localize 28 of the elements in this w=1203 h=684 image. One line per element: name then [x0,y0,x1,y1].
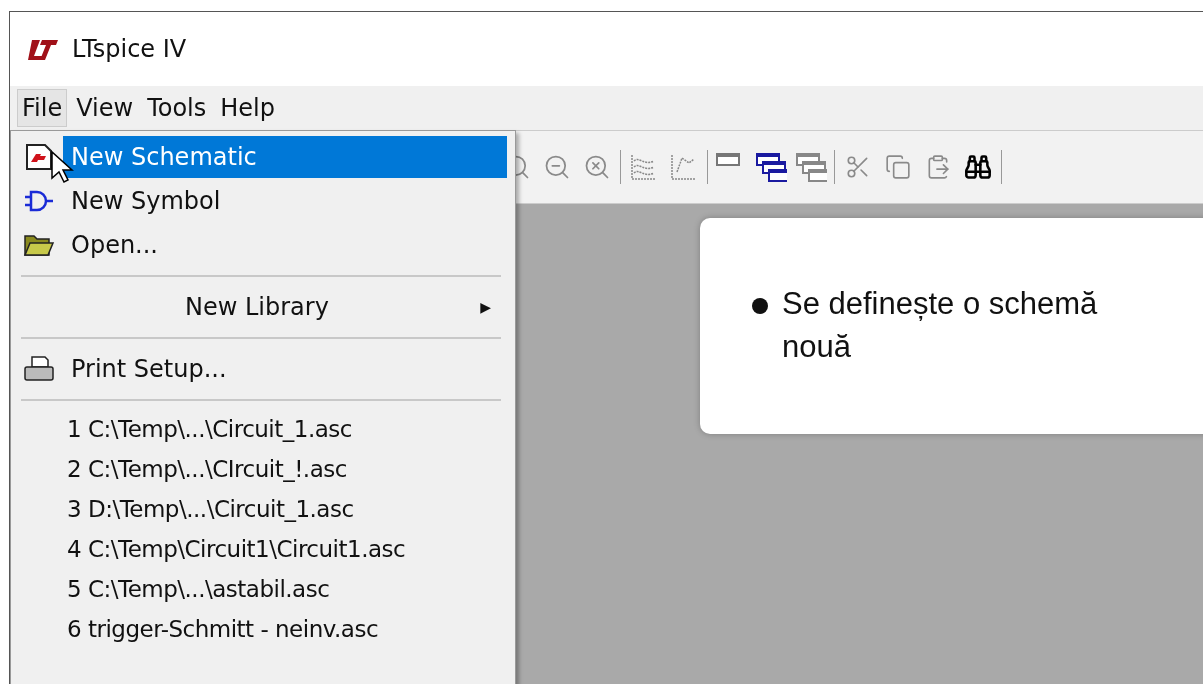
recent-file-option[interactable]: 1 C:\Temp\...\Circuit_1.asc [15,409,507,449]
menu-option[interactable]: New Schematic [63,136,507,178]
bullet-icon [752,298,768,314]
tile-windows-icon[interactable] [794,150,828,184]
menu-option[interactable]: Open... [63,224,507,266]
recent-file-option[interactable]: 5 C:\Temp\...\astabil.asc [15,569,507,609]
menu-item[interactable]: View [72,90,138,126]
mouse-cursor-icon [50,150,74,184]
menu-option[interactable]: Print Setup... [63,348,507,390]
recent-file-option[interactable]: 2 C:\Temp\...\CIrcuit_!.asc [15,449,507,489]
submenu-arrow: ▶ [480,297,491,317]
logo-icon [26,38,60,60]
schematic-document-icon [24,142,54,172]
cascade-windows-icon[interactable] [754,150,788,184]
submenu-label: New Library [185,292,330,323]
gate-symbol-icon [23,189,55,213]
menu-item[interactable]: Tools [143,90,211,126]
menu-item[interactable]: Help [216,90,279,126]
menu-option[interactable]: New Symbol [63,180,507,222]
window-title: LTspice IV [72,34,187,65]
note-text: Se definește o schemă nouă [782,285,1099,367]
recent-file-option[interactable]: 6 trigger-Schmitt - neinv.asc [15,609,507,649]
menu-item[interactable]: File [18,90,67,126]
folder-icon [23,232,55,258]
printer-icon [23,355,55,383]
recent-file-option[interactable]: 4 C:\Temp\Circuit1\Circuit1.asc [15,529,507,569]
recent-file-option[interactable]: 3 D:\Temp\...\Circuit_1.asc [15,489,507,529]
submenu-option[interactable]: New Library ▶ [15,285,507,329]
